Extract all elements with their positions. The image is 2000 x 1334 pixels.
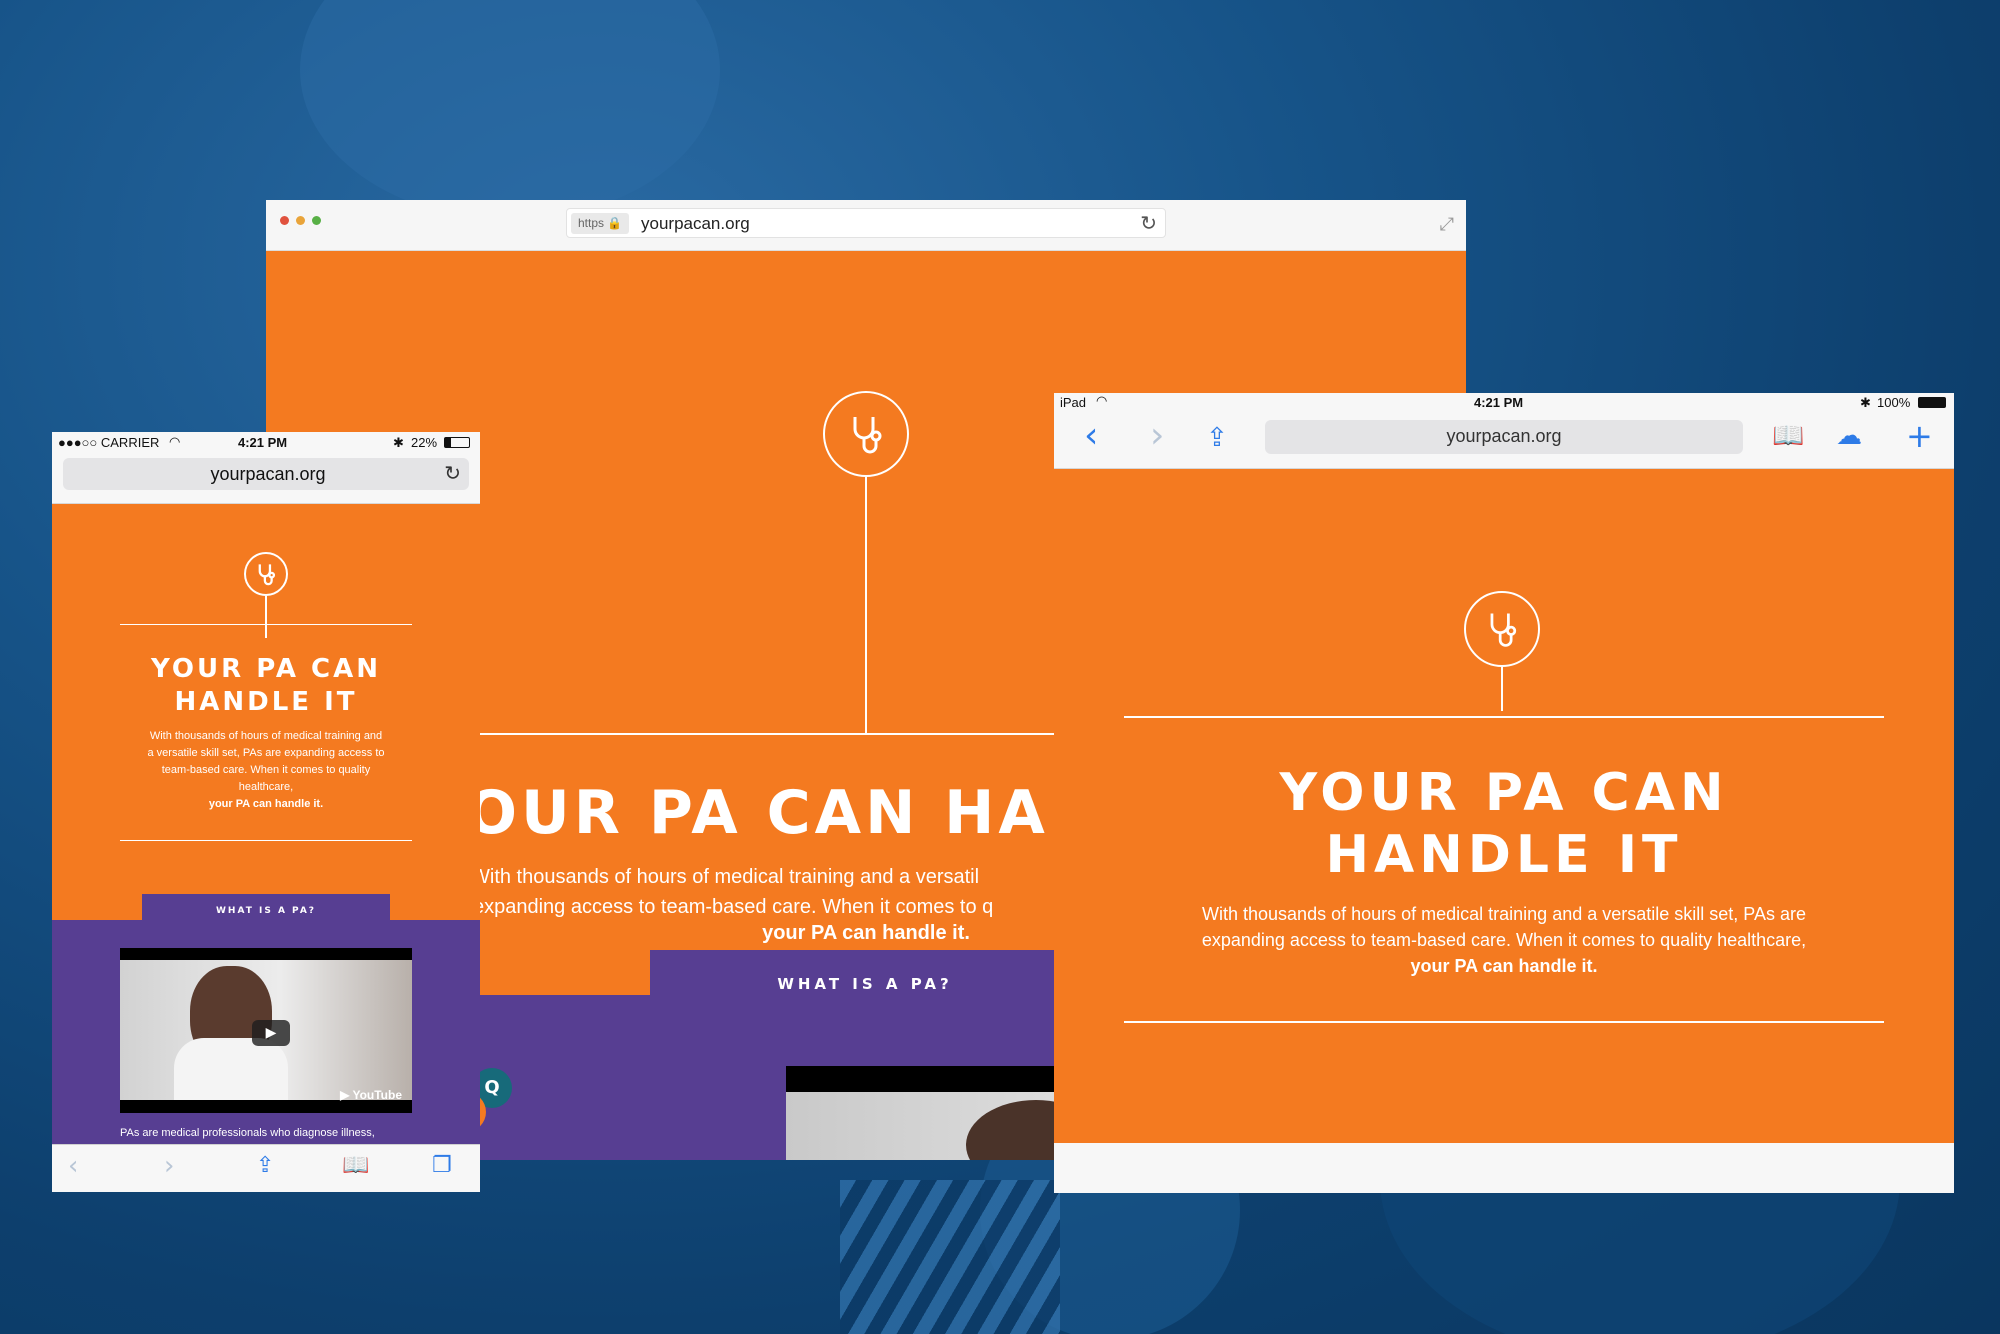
carrier-signal: ●●●○○ CARRIER [58,435,160,450]
tab-label: WHAT IS A PA? [777,975,953,993]
divider-line-bottom [120,840,412,841]
zoom-window-button[interactable] [312,216,321,225]
close-window-button[interactable] [280,216,289,225]
navigation-bar: ‹ › ⇪ yourpacan.org 📖 ☁ + [1054,411,1954,469]
stethoscope-icon [244,552,288,596]
reload-icon[interactable]: ↻ [444,461,461,485]
headline-line1: YOUR PA CAN [1279,763,1729,823]
back-icon[interactable]: ‹ [1084,415,1098,456]
share-icon[interactable]: ⇪ [1206,423,1228,453]
share-icon[interactable]: ⇪ [256,1153,274,1178]
address-bar[interactable]: https 🔒 yourpacan.org ↻ [566,208,1166,238]
video-player[interactable]: ▶ ▶ YouTube [120,948,412,1113]
reload-icon[interactable]: ↻ [1140,211,1157,235]
youtube-logo: ▶ YouTube [340,1088,402,1102]
device-name: iPad [1060,395,1087,410]
url-text: yourpacan.org [210,464,326,484]
icloud-tabs-icon[interactable]: ☁ [1836,421,1862,451]
headline-line2: HANDLE IT [1325,825,1683,885]
play-icon[interactable]: ▶ [252,1020,290,1046]
browser-chrome: https 🔒 yourpacan.org ↻ ⤢ [266,200,1466,251]
bookmarks-icon[interactable]: 📖 [342,1153,369,1178]
url-text: yourpacan.org [641,214,750,233]
divider-line [1124,716,1884,718]
battery-icon [444,437,470,448]
battery-icon [1918,397,1946,408]
page-headline: OUR PA CAN HAI [466,778,1076,848]
bottom-bar [1054,1143,1954,1193]
address-bar[interactable]: yourpacan.org ↻ [63,458,469,490]
bluetooth-icon: ✱ [393,435,404,450]
status-bar: ●●●○○ CARRIER ◠ 4:21 PM ✱ 22% [52,432,480,452]
address-bar[interactable]: yourpacan.org [1265,420,1743,454]
tab-label: WHAT IS A PA? [215,906,317,916]
intro-bold: your PA can handle it. [762,922,970,944]
stethoscope-icon [823,391,909,477]
status-time: 4:21 PM [238,435,288,450]
battery-percent: 22% [411,435,438,450]
headline-line2: HANDLE IT [174,687,358,717]
divider-stem [1501,667,1503,711]
bluetooth-icon: ✱ [1860,395,1871,410]
tabs-icon[interactable]: ❐ [432,1153,452,1178]
divider-line [120,624,412,625]
status-time: 4:21 PM [1474,395,1524,410]
forward-icon[interactable]: › [164,1151,174,1181]
fullscreen-icon[interactable]: ⤢ [1440,214,1454,235]
wifi-icon: ◠ [1096,393,1108,408]
headline-line1: YOUR PA CAN [151,654,381,684]
https-badge: https 🔒 [571,213,630,234]
lock-icon: 🔒 [607,216,623,230]
wifi-icon: ◠ [169,434,181,449]
minimize-window-button[interactable] [296,216,305,225]
bottom-toolbar: ‹ › ⇪ 📖 ❐ [52,1144,480,1192]
url-text: yourpacan.org [1446,426,1562,446]
new-tab-icon[interactable]: + [1906,417,1933,455]
stethoscope-icon [1464,591,1540,667]
navigation-bar: yourpacan.org ↻ [52,452,480,504]
divider-stem [865,477,867,735]
tablet-browser: iPad ◠ 4:21 PM ✱ 100% ‹ › ⇪ yourpacan.or… [1054,393,1954,1193]
intro-text: With thousands of hours of medical train… [147,730,385,810]
status-bar: iPad ◠ 4:21 PM ✱ 100% [1054,393,1954,411]
divider-stem [265,596,267,638]
bookmarks-icon[interactable]: 📖 [1772,421,1804,451]
battery-percent: 100% [1877,395,1911,410]
intro-text: With thousands of hours of medical train… [1201,904,1807,976]
back-icon[interactable]: ‹ [68,1151,78,1181]
video-caption: PAs are medical professionals who diagno… [120,1127,375,1139]
phone-browser: ●●●○○ CARRIER ◠ 4:21 PM ✱ 22% yourpacan.… [52,432,480,1192]
divider-line-bottom [1124,1021,1884,1023]
forward-icon[interactable]: › [1150,415,1164,456]
